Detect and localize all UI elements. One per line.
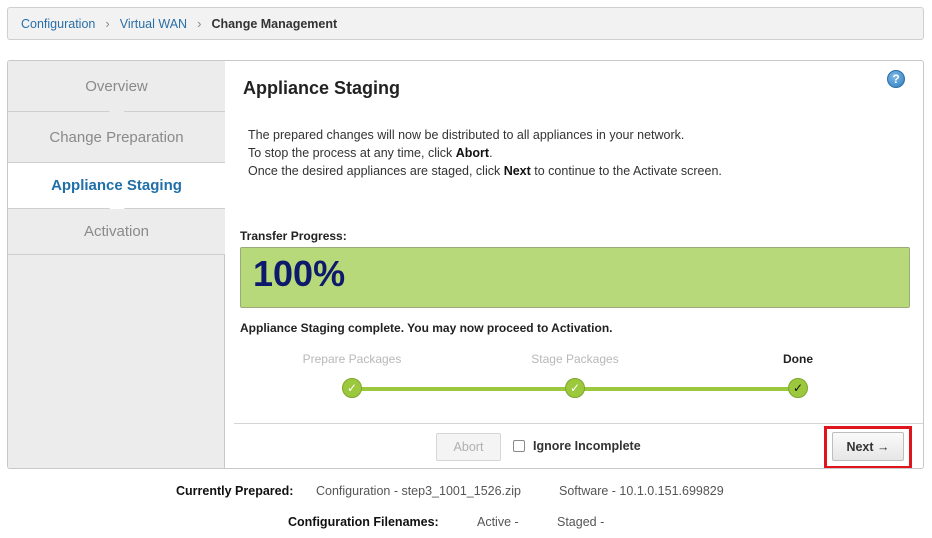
step-label: Change Preparation bbox=[49, 128, 184, 146]
wizard-steps: Overview Change Preparation Appliance St… bbox=[8, 61, 225, 468]
progress-percent: 100% bbox=[253, 253, 346, 294]
description-line: To stop the process at any time, click A… bbox=[248, 144, 722, 162]
check-icon: ✓ bbox=[788, 378, 808, 398]
ignore-incomplete-label: Ignore Incomplete bbox=[533, 439, 641, 453]
currently-prepared-label-text: Currently Prepared: bbox=[176, 484, 294, 498]
staged-filename: Staged - bbox=[557, 515, 605, 529]
description-text: to continue to the Activate screen. bbox=[530, 164, 722, 178]
stage-stage-packages-label: Stage Packages bbox=[531, 352, 619, 366]
step-overview[interactable]: Overview bbox=[8, 61, 225, 120]
description-text: . bbox=[489, 146, 493, 160]
step-label: Appliance Staging bbox=[51, 177, 182, 194]
currently-prepared-label: Currently Prepared: bbox=[176, 484, 293, 498]
change-management-panel: Overview Change Preparation Appliance St… bbox=[7, 60, 924, 469]
step-label: Overview bbox=[85, 77, 148, 95]
footer-divider bbox=[234, 423, 923, 424]
breadcrumb-virtual-wan[interactable]: Virtual WAN bbox=[120, 17, 187, 31]
chevron-right-icon: › bbox=[105, 16, 110, 31]
breadcrumb-configuration[interactable]: Configuration bbox=[21, 17, 95, 31]
configuration-filenames-label-text: Configuration Filenames: bbox=[288, 515, 439, 529]
transfer-progress-bar: 100% bbox=[240, 247, 910, 308]
description-line: The prepared changes will now be distrib… bbox=[248, 128, 685, 142]
step-label: Activation bbox=[83, 223, 150, 240]
ignore-incomplete-checkbox[interactable] bbox=[513, 440, 525, 452]
next-button[interactable]: Next → bbox=[832, 432, 904, 461]
description: The prepared changes will now be distrib… bbox=[248, 126, 722, 180]
step-activation[interactable]: Activation bbox=[8, 209, 225, 255]
description-abort-emphasis: Abort bbox=[455, 146, 490, 160]
stage-done-label: Done bbox=[783, 352, 813, 366]
step-appliance-staging[interactable]: Appliance Staging bbox=[8, 163, 225, 217]
description-text: To stop the process at any time, click bbox=[248, 146, 456, 160]
description-text: Once the desired appliances are staged, … bbox=[248, 164, 504, 178]
page-title: Appliance Staging bbox=[243, 78, 401, 98]
description-line: Once the desired appliances are staged, … bbox=[248, 162, 722, 180]
active-filename: Active - bbox=[477, 515, 519, 529]
help-icon[interactable]: ? bbox=[887, 70, 905, 88]
breadcrumb: Configuration › Virtual WAN › Change Man… bbox=[7, 7, 924, 40]
transfer-progress-label: Transfer Progress: bbox=[240, 229, 347, 243]
stage-prepare-packages-label: Prepare Packages bbox=[302, 352, 402, 366]
prepared-software: Software - 10.1.0.151.699829 bbox=[559, 484, 724, 498]
configuration-filenames-label: Configuration Filenames: bbox=[288, 515, 439, 529]
abort-button[interactable]: Abort bbox=[436, 433, 501, 461]
check-icon: ✓ bbox=[342, 378, 362, 398]
step-content: Appliance Staging ? The prepared changes… bbox=[226, 61, 923, 468]
prepared-configuration: Configuration - step3_1001_1526.zip bbox=[316, 484, 522, 498]
step-change-preparation[interactable]: Change Preparation bbox=[8, 112, 225, 163]
ignore-incomplete-toggle[interactable]: Ignore Incomplete bbox=[513, 439, 641, 453]
description-next-emphasis: Next bbox=[503, 164, 531, 178]
breadcrumb-current: Change Management bbox=[211, 16, 338, 31]
check-icon: ✓ bbox=[565, 378, 585, 398]
staging-complete-message: Appliance Staging complete. You may now … bbox=[240, 321, 613, 335]
chevron-right-icon: › bbox=[197, 16, 202, 31]
